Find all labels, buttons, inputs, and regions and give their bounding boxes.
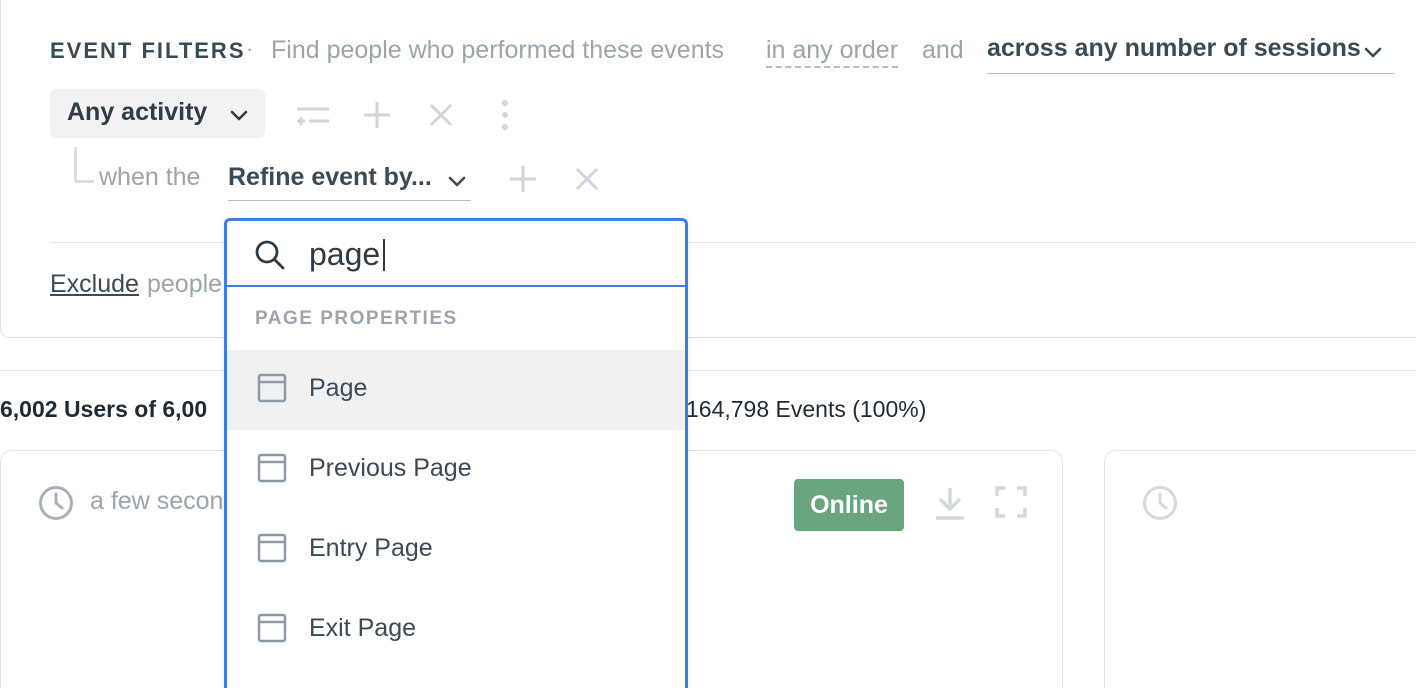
page-icon — [257, 373, 287, 403]
event-filters-label: EVENT FILTERS — [50, 38, 246, 63]
search-input[interactable] — [309, 233, 669, 275]
refine-prefix: when the — [99, 163, 201, 191]
option-label: Previous Page — [309, 454, 472, 482]
more-options-icon[interactable] — [498, 99, 512, 131]
refine-event-select[interactable]: Refine event by... — [228, 163, 471, 201]
activity-select-label: Any activity — [67, 98, 208, 126]
activity-select[interactable]: Any activity — [50, 89, 265, 138]
filter-refine-icon[interactable] — [295, 100, 331, 130]
clock-icon — [39, 486, 73, 520]
chevron-down-icon — [1364, 47, 1382, 58]
exclude-link[interactable]: Exclude — [50, 270, 139, 299]
and-text: and — [922, 36, 964, 64]
search-icon — [255, 240, 285, 270]
fullscreen-icon[interactable] — [995, 486, 1027, 518]
page-icon — [257, 453, 287, 483]
add-icon[interactable] — [362, 100, 392, 130]
option-exit-page[interactable]: Exit Page — [227, 590, 685, 670]
download-icon[interactable] — [934, 486, 966, 522]
page-icon — [257, 613, 287, 643]
refine-dropdown: PAGE PROPERTIES Page Previous Page Entry… — [224, 218, 688, 688]
option-label: Page — [309, 374, 368, 402]
chevron-down-icon — [230, 110, 248, 121]
sessions-select-label: across any number of sessions — [987, 34, 1361, 62]
chevron-down-icon — [448, 176, 466, 187]
refine-event-select-label: Refine event by... — [228, 163, 432, 191]
text-caret — [383, 239, 385, 271]
clock-icon — [1143, 486, 1177, 520]
option-label: Exit Page — [309, 614, 417, 642]
option-entry-page[interactable]: Entry Page — [227, 510, 685, 590]
users-count: 6,002 Users of 6,00 — [0, 396, 208, 422]
close-icon[interactable] — [428, 102, 454, 128]
option-page[interactable]: Page — [227, 350, 685, 430]
divider — [0, 370, 1416, 371]
search-row — [227, 221, 685, 287]
sessions-select[interactable]: across any number of sessions — [987, 34, 1394, 74]
status-badge: Online — [794, 479, 904, 531]
option-previous-page[interactable]: Previous Page — [227, 430, 685, 510]
timestamp: a few secon — [90, 487, 224, 515]
separator-dot: · — [246, 36, 254, 61]
option-label: Entry Page — [309, 534, 433, 562]
section-header: PAGE PROPERTIES — [255, 308, 458, 329]
tree-connector — [74, 147, 94, 183]
order-link[interactable]: in any order — [766, 36, 899, 68]
events-count: 164,798 Events (100%) — [686, 396, 927, 422]
close-icon[interactable] — [574, 166, 600, 192]
add-icon[interactable] — [508, 164, 538, 194]
filters-description: Find people who performed these events — [271, 36, 725, 64]
exclude-text: people — [147, 270, 223, 298]
page-icon — [257, 533, 287, 563]
